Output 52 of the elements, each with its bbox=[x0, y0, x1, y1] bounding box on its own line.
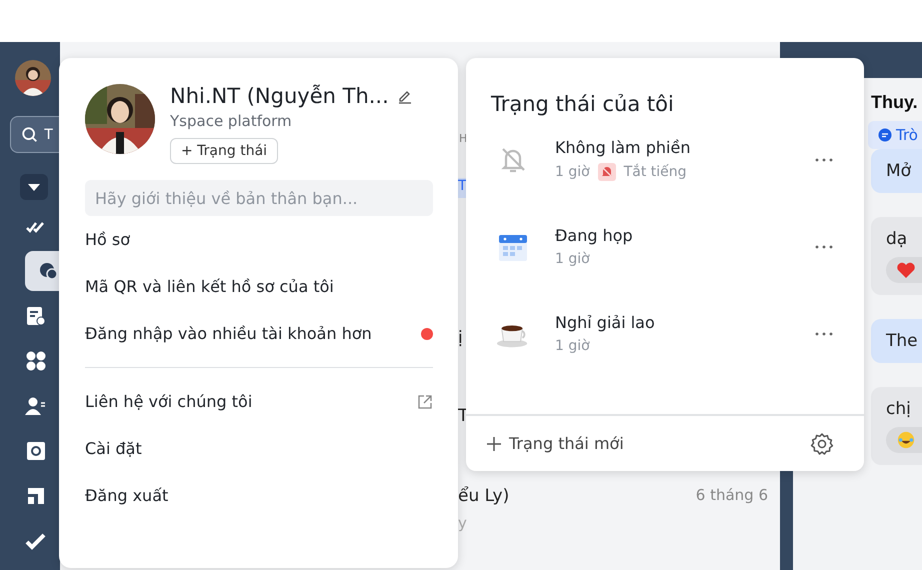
status-name: Nghỉ giải lao bbox=[555, 313, 656, 332]
muted-bell-icon bbox=[598, 163, 616, 181]
message-bubble: chị bbox=[871, 387, 922, 465]
caret-icon bbox=[20, 174, 48, 200]
message-bubble: dạ bbox=[871, 217, 922, 295]
status-name: Đang họp bbox=[555, 226, 634, 245]
chat-date: 6 tháng 6 bbox=[696, 486, 768, 506]
menu-item[interactable]: Đăng nhập vào nhiều tài khoản hơn bbox=[85, 310, 433, 357]
status-duration: 1 giờ bbox=[555, 164, 590, 180]
menu-item[interactable]: Liên hệ với chúng tôi bbox=[85, 378, 433, 425]
square-gear-icon bbox=[24, 439, 48, 463]
notification-dot bbox=[421, 328, 433, 340]
add-status-button[interactable]: + Trạng thái bbox=[170, 138, 278, 164]
external-link-icon bbox=[417, 394, 433, 410]
message-bubble: The bbox=[871, 319, 922, 363]
laughing-emoji-icon bbox=[896, 431, 916, 449]
more-icon[interactable] bbox=[814, 244, 834, 248]
status-item[interactable]: Nghỉ giải lao 1 giờ bbox=[466, 290, 864, 377]
chat-title: ị bbox=[458, 328, 464, 348]
profile-name: Nhi.NT (Nguyễn Th... bbox=[170, 84, 389, 108]
organization-name: Yspace platform bbox=[170, 112, 292, 130]
chat-title: H bbox=[459, 132, 468, 147]
chat-tab[interactable]: Trò bbox=[868, 121, 922, 149]
card-title: Trạng thái của tôi bbox=[491, 92, 675, 116]
more-icon[interactable] bbox=[814, 158, 834, 162]
status-tag: Tắt tiếng bbox=[624, 164, 687, 180]
chat-icon bbox=[878, 128, 892, 142]
status-duration: 1 giờ bbox=[555, 338, 590, 354]
search-field[interactable]: T bbox=[10, 116, 59, 153]
chat-preview: y bbox=[458, 514, 468, 532]
menu-item[interactable]: Mã QR và liên kết hồ sơ của tôi bbox=[85, 263, 433, 310]
conversation-title: Thuy. bbox=[871, 92, 918, 113]
sidebar-item[interactable] bbox=[25, 251, 59, 291]
status-duration: 1 giờ bbox=[555, 251, 590, 267]
plus-icon bbox=[486, 436, 502, 452]
settings-icon[interactable] bbox=[810, 432, 834, 456]
more-icon[interactable] bbox=[814, 332, 834, 336]
menu-item[interactable]: Hồ sơ bbox=[85, 216, 433, 263]
message-bubble: Mở bbox=[871, 149, 922, 193]
search-icon bbox=[21, 126, 39, 144]
bio-field[interactable]: Hãy giới thiệu về bản thân bạn... bbox=[85, 180, 433, 216]
new-status-button[interactable]: Trạng thái mới bbox=[486, 434, 624, 453]
sidebar-item[interactable] bbox=[20, 173, 48, 201]
status-name: Không làm phiền bbox=[555, 138, 692, 157]
chat-title: ểu Ly) bbox=[458, 486, 510, 506]
menu-item[interactable]: Đăng xuất bbox=[85, 472, 433, 519]
chat-row[interactable]: ểu Ly) 6 tháng 6 y bbox=[458, 486, 768, 532]
status-item[interactable]: Đang họp 1 giờ bbox=[466, 203, 864, 290]
apps-icon bbox=[24, 349, 48, 373]
status-item[interactable]: Không làm phiền 1 giờ Tắt tiếng bbox=[466, 116, 864, 203]
heart-icon bbox=[896, 261, 916, 279]
menu-item[interactable]: Cài đặt bbox=[85, 425, 433, 472]
